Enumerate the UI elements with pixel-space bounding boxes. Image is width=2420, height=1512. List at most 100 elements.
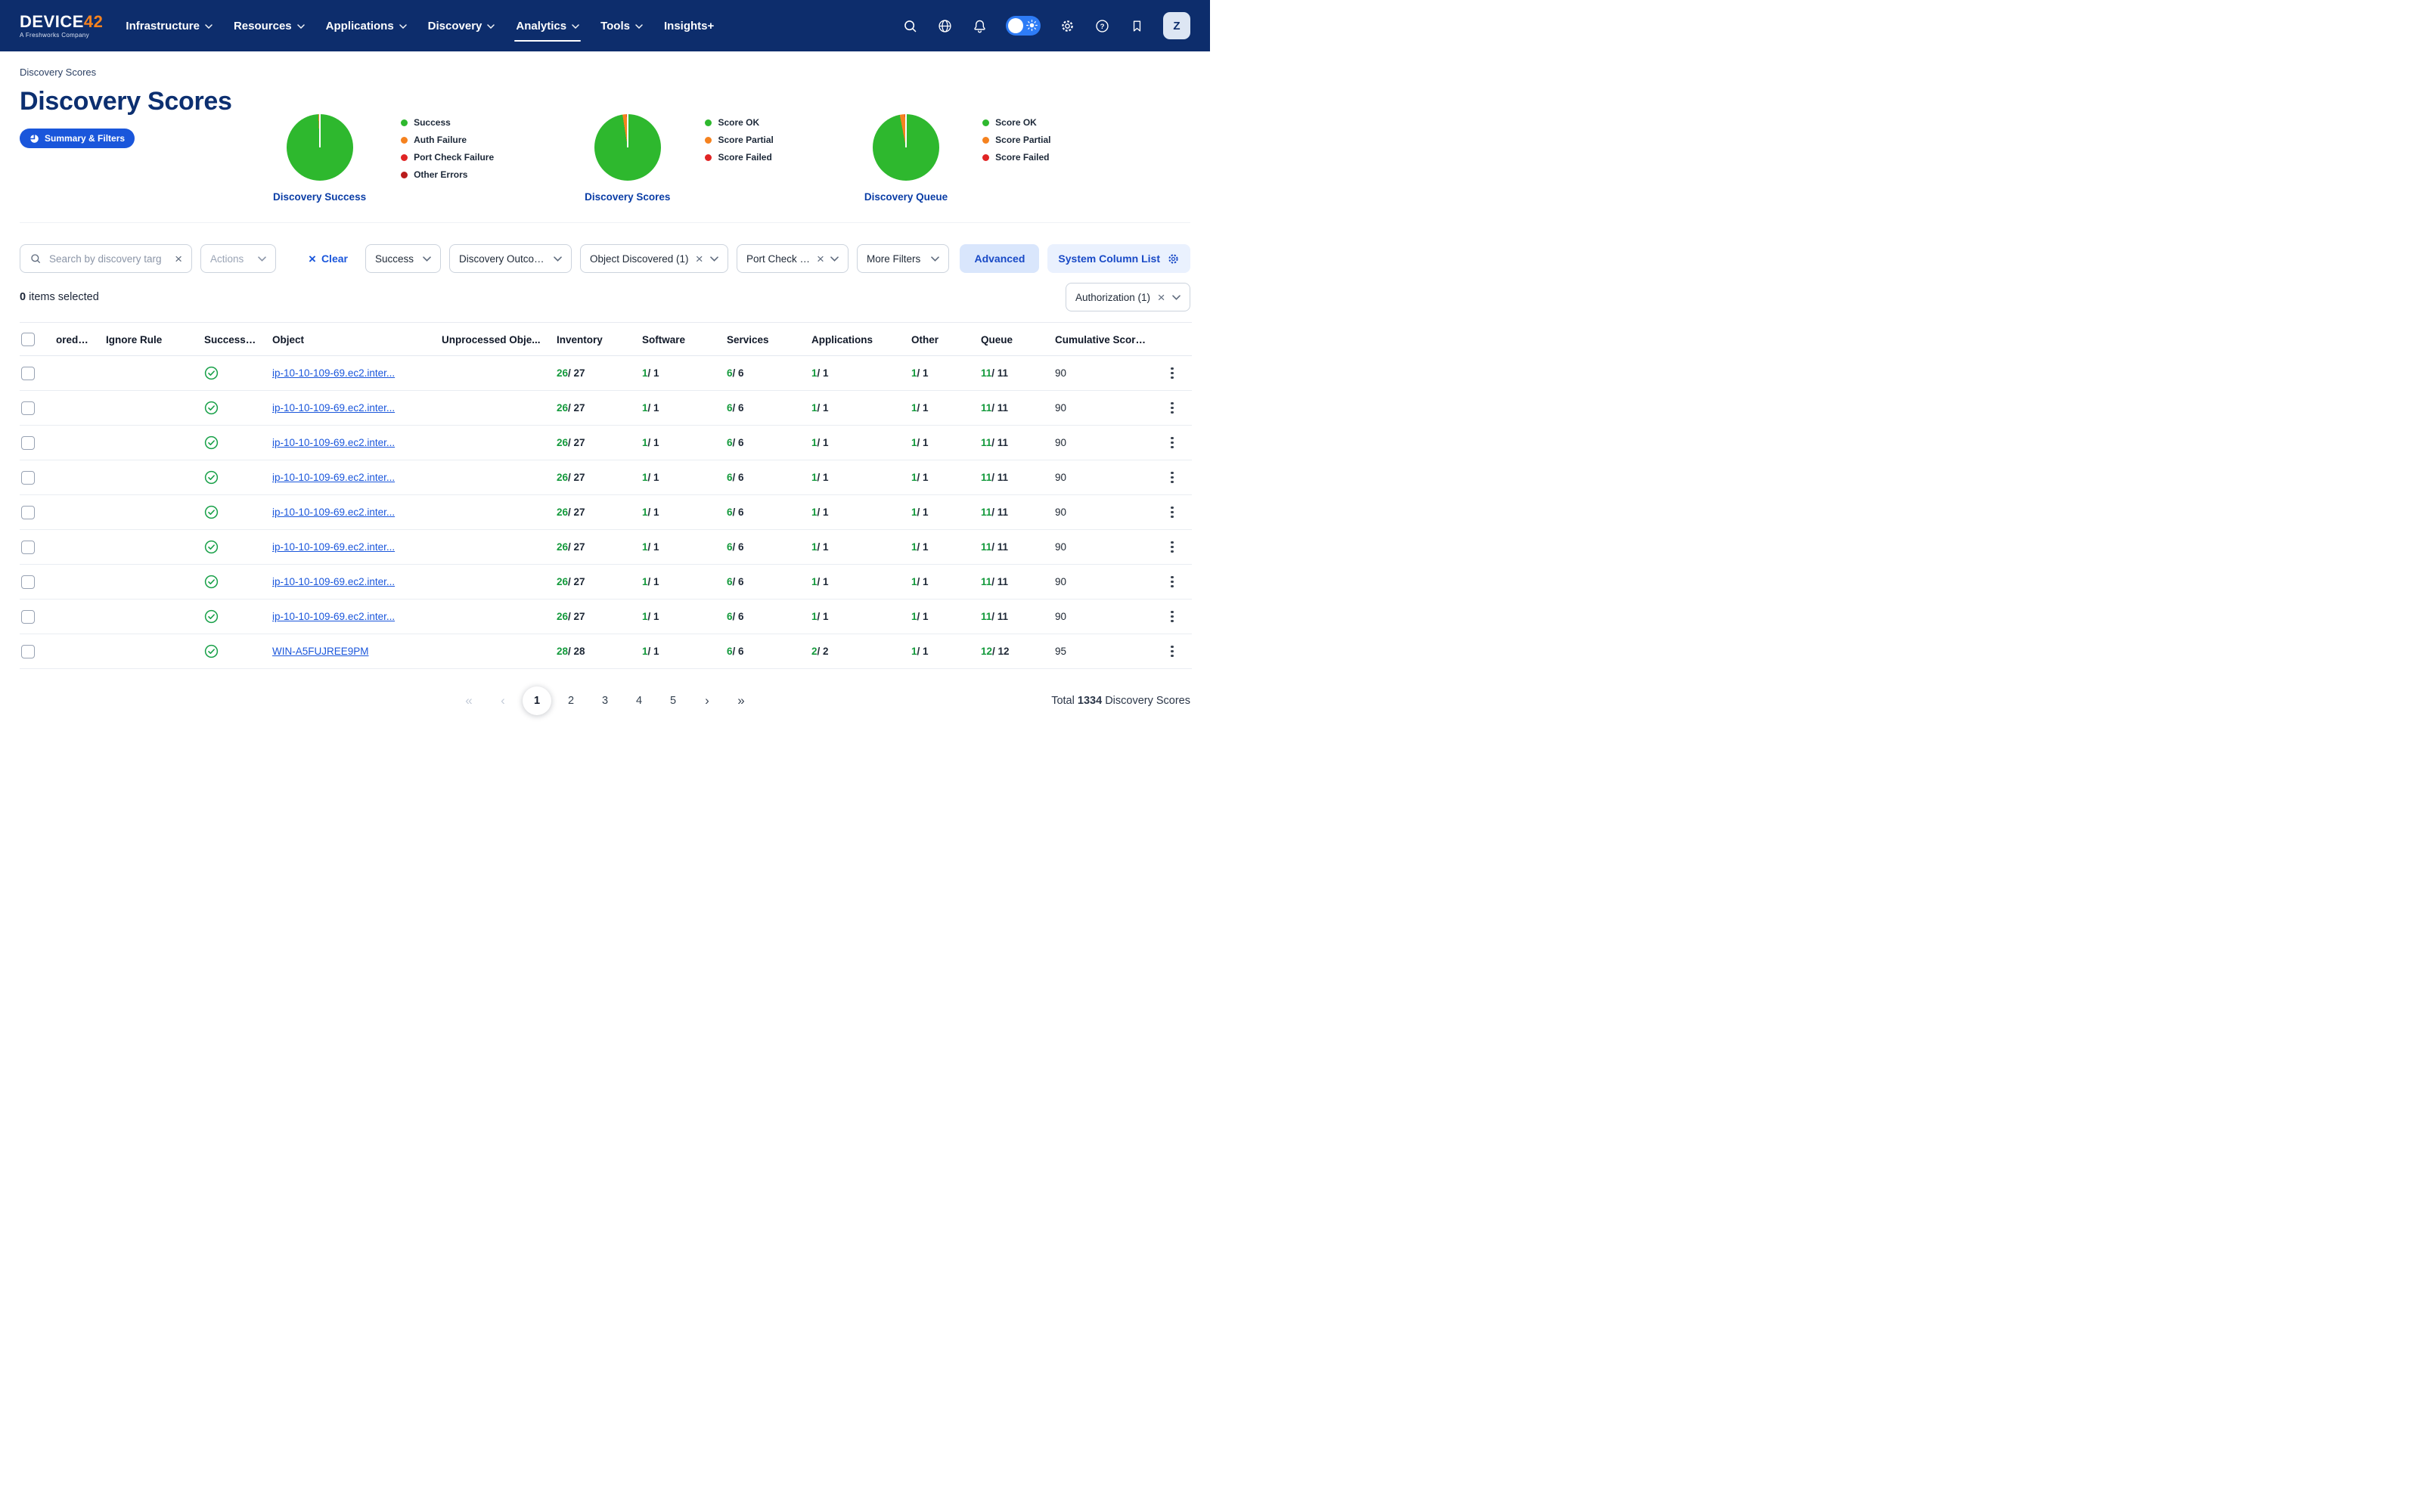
row-actions-kebab-icon[interactable]	[1165, 573, 1179, 591]
page-button-2[interactable]: 2	[557, 686, 585, 715]
pie-separator	[905, 114, 907, 147]
column-header-success[interactable]: Success	[197, 323, 265, 356]
row-checkbox[interactable]	[21, 541, 35, 554]
first-page-button[interactable]: «	[455, 686, 483, 715]
chevron-down-icon	[1172, 295, 1181, 300]
object-link[interactable]: ip-10-10-109-69.ec2.inter...	[272, 576, 395, 587]
breadcrumb[interactable]: Discovery Scores	[20, 67, 1190, 78]
object-discovered-filter-chip[interactable]: Object Discovered (1) ×	[580, 244, 728, 273]
remove-filter-icon[interactable]: ×	[696, 253, 703, 265]
notifications-bell-icon[interactable]	[971, 17, 988, 34]
system-column-list-button[interactable]: System Column List	[1047, 244, 1190, 273]
object-link[interactable]: ip-10-10-109-69.ec2.inter...	[272, 472, 395, 483]
row-checkbox[interactable]	[21, 471, 35, 485]
object-link[interactable]: ip-10-10-109-69.ec2.inter...	[272, 367, 395, 379]
user-avatar[interactable]: Z	[1163, 12, 1190, 39]
services-cell: 6/ 6	[719, 460, 804, 495]
ignore-rule-cell	[98, 600, 197, 634]
help-icon[interactable]: ?	[1094, 17, 1110, 34]
summary-filters-label: Summary & Filters	[45, 133, 125, 144]
ignore-rule-cell	[98, 391, 197, 426]
bookmark-icon[interactable]	[1128, 17, 1145, 34]
legend-dot-icon	[982, 137, 989, 144]
prev-page-button[interactable]: ‹	[489, 686, 517, 715]
nav-item-analytics[interactable]: Analytics	[505, 0, 590, 51]
nav-item-applications[interactable]: Applications	[315, 0, 417, 51]
chart-discovery-success: Discovery Success SuccessAuth FailurePor…	[273, 114, 494, 203]
row-checkbox[interactable]	[21, 367, 35, 380]
search-icon[interactable]	[901, 17, 918, 34]
chart-title: Discovery Scores	[585, 191, 670, 203]
column-header-cumulative-score[interactable]: Cumulative Score	[1047, 323, 1158, 356]
column-header-ored[interactable]: ored	[48, 323, 98, 356]
legend-dot-icon	[401, 154, 408, 161]
discovery-outcome-dropdown[interactable]: Discovery Outcome	[449, 244, 572, 273]
authorization-filter-chip[interactable]: Authorization (1) ×	[1066, 283, 1190, 311]
nav-item-insights[interactable]: Insights+	[653, 0, 724, 51]
nav-item-infrastructure[interactable]: Infrastructure	[115, 0, 223, 51]
port-check-filter-chip[interactable]: Port Check (1) ×	[737, 244, 849, 273]
cumulative-score-cell: 90	[1047, 530, 1158, 565]
row-actions-kebab-icon[interactable]	[1165, 503, 1179, 522]
last-page-button[interactable]: »	[727, 686, 755, 715]
ignore-rule-cell	[98, 426, 197, 460]
top-navbar: DEVICE42 A Freshworks Company Infrastruc…	[0, 0, 1210, 51]
success-check-icon	[204, 401, 219, 415]
row-checkbox[interactable]	[21, 436, 35, 450]
chevron-down-icon	[487, 24, 495, 29]
object-link[interactable]: ip-10-10-109-69.ec2.inter...	[272, 402, 395, 414]
page-button-4[interactable]: 4	[625, 686, 653, 715]
nav-item-resources[interactable]: Resources	[223, 0, 315, 51]
page-button-5[interactable]: 5	[659, 686, 687, 715]
legend-item-score-partial: Score Partial	[982, 135, 1050, 145]
remove-filter-icon[interactable]: ×	[1158, 291, 1165, 304]
remove-filter-icon[interactable]: ×	[817, 253, 824, 265]
pie-separator	[627, 114, 628, 147]
globe-icon[interactable]	[936, 17, 953, 34]
nav-item-tools[interactable]: Tools	[590, 0, 653, 51]
row-actions-kebab-icon[interactable]	[1165, 434, 1179, 452]
chevron-down-icon	[830, 256, 839, 262]
page-button-1[interactable]: 1	[523, 686, 551, 715]
summary-filters-button[interactable]: Summary & Filters	[20, 129, 135, 148]
more-filters-dropdown[interactable]: More Filters	[857, 244, 949, 273]
row-checkbox[interactable]	[21, 401, 35, 415]
search-box[interactable]: ×	[20, 244, 192, 273]
row-checkbox[interactable]	[21, 506, 35, 519]
object-link[interactable]: ip-10-10-109-69.ec2.inter...	[272, 507, 395, 518]
row-actions-kebab-icon[interactable]	[1165, 469, 1179, 487]
actions-dropdown[interactable]: Actions	[200, 244, 276, 273]
object-link[interactable]: ip-10-10-109-69.ec2.inter...	[272, 541, 395, 553]
row-actions-kebab-icon[interactable]	[1165, 643, 1179, 661]
unprocessed-objects-cell	[434, 356, 549, 391]
advanced-button[interactable]: Advanced	[960, 244, 1039, 273]
theme-toggle[interactable]	[1006, 16, 1041, 36]
row-actions-kebab-icon[interactable]	[1165, 399, 1179, 417]
other-cell: 1/ 1	[904, 495, 973, 530]
row-checkbox[interactable]	[21, 610, 35, 624]
row-checkbox[interactable]	[21, 645, 35, 658]
object-link[interactable]: WIN-A5FUJREE9PM	[272, 646, 369, 657]
pie-chart	[287, 114, 353, 181]
device42-logo[interactable]: DEVICE42 A Freshworks Company	[20, 14, 103, 39]
queue-cell: 11/ 11	[973, 391, 1047, 426]
row-actions-kebab-icon[interactable]	[1165, 608, 1179, 626]
object-link[interactable]: ip-10-10-109-69.ec2.inter...	[272, 437, 395, 448]
clear-search-icon[interactable]: ×	[175, 253, 182, 265]
select-all-checkbox[interactable]	[21, 333, 35, 346]
row-actions-kebab-icon[interactable]	[1165, 538, 1179, 556]
success-cell	[197, 391, 265, 426]
row-actions-kebab-icon[interactable]	[1165, 364, 1179, 383]
object-link[interactable]: ip-10-10-109-69.ec2.inter...	[272, 611, 395, 622]
software-cell: 1/ 1	[634, 530, 719, 565]
success-filter-dropdown[interactable]: Success	[365, 244, 441, 273]
page-button-3[interactable]: 3	[591, 686, 619, 715]
nav-item-discovery[interactable]: Discovery	[417, 0, 506, 51]
row-checkbox[interactable]	[21, 575, 35, 589]
search-input[interactable]	[48, 253, 169, 265]
services-cell: 6/ 6	[719, 391, 804, 426]
settings-gear-icon[interactable]	[1059, 17, 1075, 34]
queue-cell: 11/ 11	[973, 356, 1047, 391]
clear-filters-button[interactable]: × Clear	[304, 252, 352, 266]
next-page-button[interactable]: ›	[693, 686, 721, 715]
